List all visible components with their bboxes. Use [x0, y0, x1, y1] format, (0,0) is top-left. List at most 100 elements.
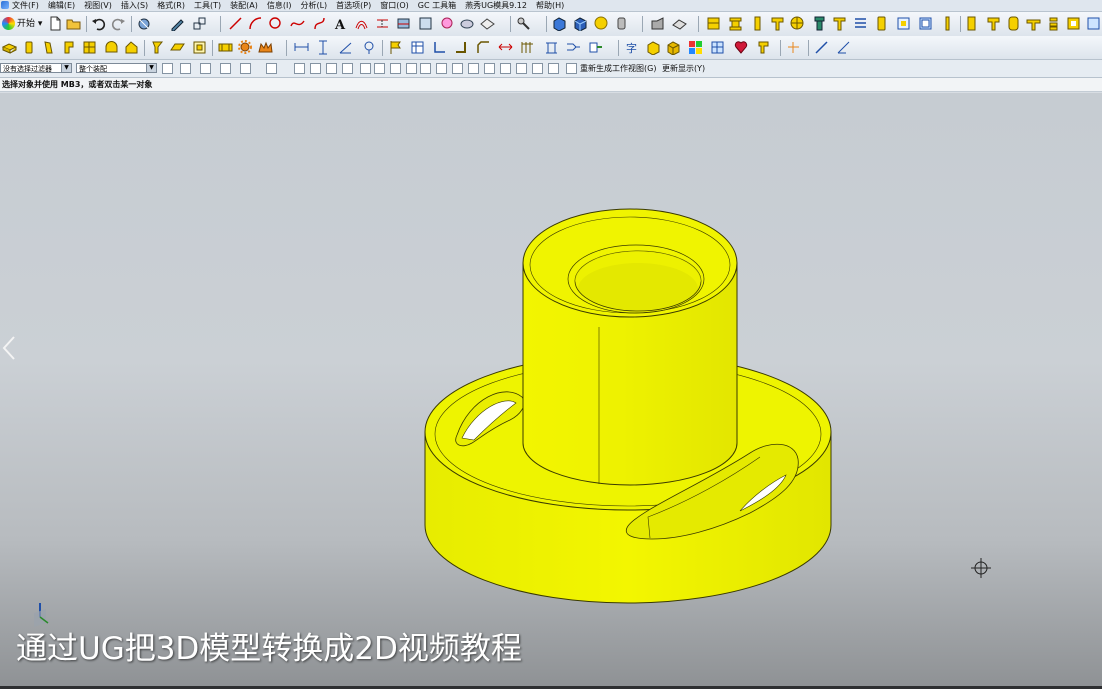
gear-icon[interactable]	[238, 40, 253, 55]
wrap-curve-icon[interactable]	[480, 16, 495, 31]
lifter-icon[interactable]	[964, 16, 979, 31]
general-selection-icon[interactable]	[162, 63, 173, 74]
extract-curve-icon[interactable]	[440, 16, 455, 31]
quadrant-snap-icon[interactable]	[406, 63, 417, 74]
insert-icon[interactable]	[874, 16, 889, 31]
menu-help[interactable]: 帮助(H)	[536, 0, 564, 11]
menu-analysis[interactable]: 分析(L)	[300, 0, 327, 11]
line-snap-icon[interactable]	[342, 63, 353, 74]
slider-body-icon[interactable]	[62, 40, 77, 55]
menu-assemblies[interactable]: 装配(A)	[230, 0, 258, 11]
heart-icon[interactable]	[734, 40, 749, 55]
regenerate-view-icon[interactable]	[566, 63, 577, 74]
layer-grid-icon[interactable]	[710, 40, 725, 55]
axis-icon[interactable]	[836, 40, 851, 55]
center-snap-icon[interactable]	[390, 63, 401, 74]
graphics-window[interactable]: 通过UG把3D模型转换成2D视频教程	[0, 93, 1102, 689]
l-bracket-icon[interactable]	[454, 40, 469, 55]
point-on-surface-icon[interactable]	[484, 63, 495, 74]
wedge-icon[interactable]	[170, 40, 185, 55]
mold-base-icon[interactable]	[728, 16, 743, 31]
curve-rule-icon[interactable]	[220, 63, 231, 74]
spline-icon[interactable]	[290, 16, 305, 31]
selection-scope-dropdown[interactable]: 整个装配 ▼	[76, 63, 157, 73]
menu-window[interactable]: 窗口(O)	[380, 0, 409, 11]
existing-point-icon[interactable]	[436, 63, 447, 74]
project-curve-icon[interactable]	[375, 16, 390, 31]
cylinder-icon[interactable]	[614, 16, 629, 31]
lifter-head-icon[interactable]	[42, 40, 57, 55]
hook-shape-icon[interactable]	[756, 40, 771, 55]
box-solid-icon[interactable]	[552, 16, 567, 31]
sprue-icon[interactable]	[770, 16, 785, 31]
menu-insert[interactable]: 插入(S)	[121, 0, 148, 11]
block-cut-icon[interactable]	[192, 40, 207, 55]
stop-button-icon[interactable]	[1026, 16, 1041, 31]
control-point-icon[interactable]	[326, 63, 337, 74]
menu-yanxiu-mold[interactable]: 燕秀UG模具9.12	[465, 0, 527, 11]
parting-icon[interactable]	[918, 16, 933, 31]
ejector-pin-icon[interactable]	[750, 16, 765, 31]
start-button[interactable]: 开始 ▾	[2, 16, 42, 32]
half-round-icon[interactable]	[104, 40, 119, 55]
crown-icon[interactable]	[258, 40, 273, 55]
midpoint-snap-icon[interactable]	[310, 63, 321, 74]
table-icon[interactable]	[410, 40, 425, 55]
regenerate-view-button[interactable]: 重新生成工作视图(G)	[580, 60, 656, 77]
locating-ring-icon[interactable]	[790, 16, 805, 31]
shaded-cube-icon[interactable]	[646, 40, 661, 55]
cooling-icon[interactable]	[853, 16, 868, 31]
intersection-snap-icon[interactable]	[420, 63, 431, 74]
arc-icon[interactable]	[248, 16, 263, 31]
feature-filter-icon[interactable]	[180, 63, 191, 74]
gate-icon[interactable]	[588, 40, 603, 55]
dimension-horizontal-icon[interactable]	[294, 40, 309, 55]
mold-wizard-icon[interactable]	[706, 16, 721, 31]
line-icon[interactable]	[228, 16, 243, 31]
menu-gc-toolbox[interactable]: GC 工具箱	[418, 0, 456, 11]
intersect-curve-icon[interactable]	[396, 16, 411, 31]
crosshair-small-icon[interactable]	[786, 40, 801, 55]
cavity-layout-icon[interactable]	[544, 40, 559, 55]
plate-icon[interactable]	[2, 40, 17, 55]
perpendicular-snap-icon[interactable]	[374, 63, 385, 74]
pole-snap-icon[interactable]	[516, 63, 527, 74]
view-orient-icon[interactable]	[137, 16, 152, 31]
bom-icon[interactable]	[1086, 16, 1101, 31]
slider-icon[interactable]	[986, 16, 1001, 31]
block-icon[interactable]	[22, 40, 37, 55]
menu-preferences[interactable]: 首选项(P)	[336, 0, 371, 11]
dimension-angle-icon[interactable]	[338, 40, 353, 55]
sketch-icon[interactable]	[170, 16, 185, 31]
face-rule-icon[interactable]	[200, 63, 211, 74]
collapse-left-icon[interactable]	[2, 336, 15, 360]
edge-blend-icon[interactable]	[650, 16, 665, 31]
chamfer-icon[interactable]	[672, 16, 687, 31]
measure-icon[interactable]	[516, 16, 531, 31]
menu-information[interactable]: 信息(I)	[267, 0, 292, 11]
tangent-snap-icon[interactable]	[360, 63, 371, 74]
menu-format[interactable]: 格式(R)	[157, 0, 185, 11]
new-file-icon[interactable]	[48, 16, 63, 31]
undo-icon[interactable]	[91, 16, 106, 31]
type-filter-dropdown[interactable]: 没有选择过滤器 ▼	[0, 63, 72, 73]
hook-icon[interactable]	[150, 40, 165, 55]
menu-tools[interactable]: 工具(T)	[194, 0, 221, 11]
circle-icon[interactable]	[268, 16, 283, 31]
offset-curve-icon[interactable]	[354, 16, 369, 31]
text-note-icon[interactable]: 字	[624, 40, 639, 55]
grid-plate-icon[interactable]	[82, 40, 97, 55]
view-snap-icon[interactable]	[548, 63, 559, 74]
guide-pin-icon[interactable]	[832, 16, 847, 31]
point-on-curve-icon[interactable]	[452, 63, 463, 74]
endpoint-snap-icon[interactable]	[294, 63, 305, 74]
color-palette-icon[interactable]	[688, 40, 703, 55]
isoparametric-icon[interactable]	[460, 16, 475, 31]
arc-center-icon[interactable]	[500, 63, 511, 74]
diagonal-line-icon[interactable]	[814, 40, 829, 55]
menu-view[interactable]: 视图(V)	[84, 0, 112, 11]
menu-file[interactable]: 文件(F)	[12, 0, 39, 11]
pocket-icon[interactable]	[896, 16, 911, 31]
house-block-icon[interactable]	[124, 40, 139, 55]
pattern-icon[interactable]	[520, 40, 535, 55]
